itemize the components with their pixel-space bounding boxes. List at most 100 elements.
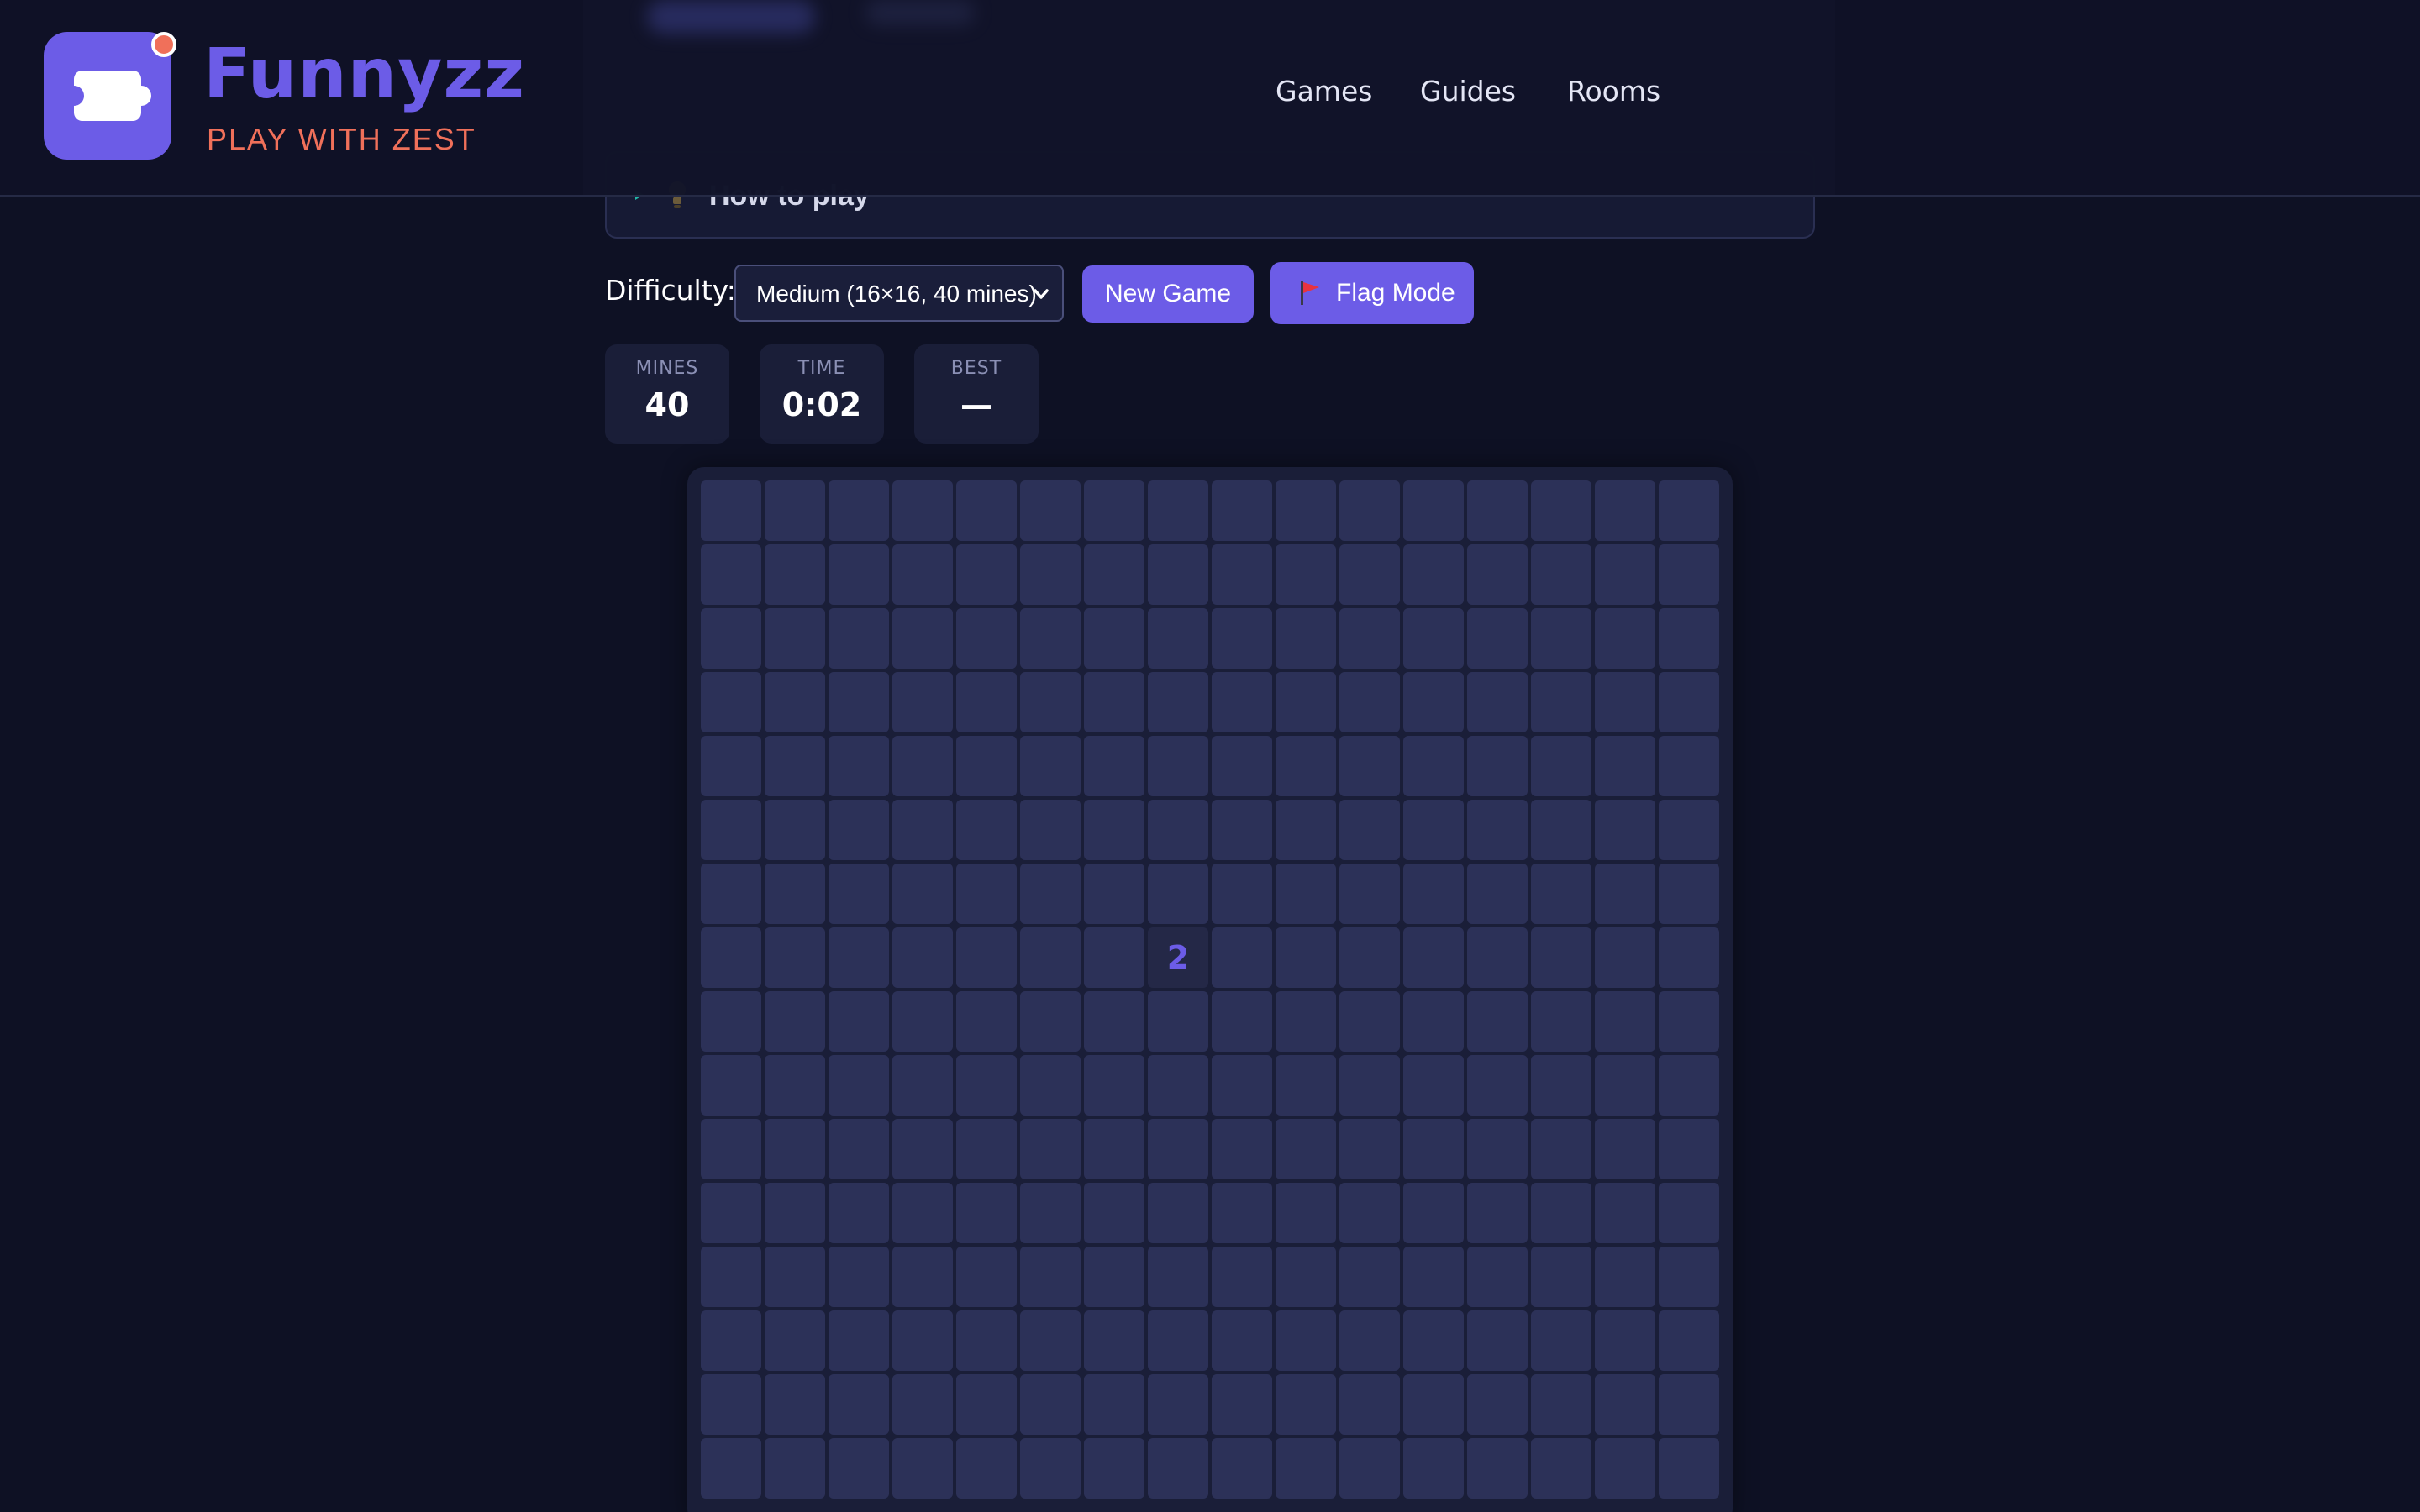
board-cell[interactable]	[1084, 1119, 1144, 1179]
board-cell[interactable]	[829, 1183, 889, 1243]
board-cell[interactable]	[892, 544, 953, 605]
board-cell[interactable]	[892, 1183, 953, 1243]
board-cell[interactable]	[956, 1438, 1017, 1499]
board-cell[interactable]	[1212, 1310, 1272, 1371]
board-cell[interactable]	[892, 1438, 953, 1499]
board-cell[interactable]	[1020, 736, 1081, 796]
board-cell[interactable]	[1084, 1310, 1144, 1371]
board-cell[interactable]	[1467, 608, 1528, 669]
board-cell[interactable]	[1595, 736, 1655, 796]
board-cell[interactable]	[1276, 927, 1336, 988]
board-cell[interactable]	[1531, 480, 1591, 541]
board-cell[interactable]	[1339, 736, 1400, 796]
board-cell[interactable]	[1148, 1438, 1208, 1499]
board-cell[interactable]	[829, 544, 889, 605]
board-cell[interactable]	[1467, 1374, 1528, 1435]
board-cell[interactable]	[1595, 1247, 1655, 1307]
board-cell[interactable]	[1148, 608, 1208, 669]
board-cell[interactable]	[1084, 991, 1144, 1052]
board-cell[interactable]	[1276, 608, 1336, 669]
board-cell[interactable]	[1467, 1438, 1528, 1499]
board-cell[interactable]	[1403, 1374, 1464, 1435]
board-cell[interactable]	[892, 991, 953, 1052]
board-cell[interactable]	[1084, 672, 1144, 732]
board-cell[interactable]	[1659, 544, 1719, 605]
brand-name[interactable]: Funnyzz	[203, 40, 525, 109]
board-cell[interactable]	[956, 608, 1017, 669]
board-cell[interactable]	[1339, 800, 1400, 860]
board-cell[interactable]	[1339, 672, 1400, 732]
board-cell[interactable]	[1212, 1374, 1272, 1435]
new-game-button[interactable]: New Game	[1082, 265, 1254, 323]
board-cell[interactable]	[892, 1374, 953, 1435]
board-cell[interactable]	[1148, 864, 1208, 924]
board-cell[interactable]	[701, 480, 761, 541]
board-cell[interactable]	[765, 608, 825, 669]
board-cell[interactable]	[765, 480, 825, 541]
board-cell[interactable]	[892, 1310, 953, 1371]
board-cell[interactable]	[1148, 1183, 1208, 1243]
board-cell[interactable]	[1403, 672, 1464, 732]
board-cell[interactable]	[1659, 1247, 1719, 1307]
board-cell[interactable]	[701, 672, 761, 732]
board-cell[interactable]	[956, 736, 1017, 796]
board-cell[interactable]	[1084, 544, 1144, 605]
board-cell[interactable]	[701, 1055, 761, 1116]
board-cell[interactable]	[1212, 800, 1272, 860]
board-cell[interactable]	[1276, 544, 1336, 605]
board-cell[interactable]	[1276, 736, 1336, 796]
board-cell[interactable]	[829, 1055, 889, 1116]
board-cell[interactable]	[956, 672, 1017, 732]
board-cell[interactable]	[1659, 736, 1719, 796]
board-cell[interactable]	[1403, 1438, 1464, 1499]
board-cell[interactable]	[892, 480, 953, 541]
board-cell[interactable]	[1403, 927, 1464, 988]
flag-mode-button[interactable]: Flag Mode	[1270, 262, 1474, 324]
board-cell[interactable]	[1531, 736, 1591, 796]
board-cell[interactable]	[765, 672, 825, 732]
board-cell[interactable]	[892, 800, 953, 860]
board-cell[interactable]	[1020, 480, 1081, 541]
board-cell[interactable]	[1403, 991, 1464, 1052]
board-cell[interactable]	[701, 1310, 761, 1371]
board-cell[interactable]	[1595, 927, 1655, 988]
board-cell[interactable]	[765, 800, 825, 860]
board-cell[interactable]	[956, 1310, 1017, 1371]
board-cell[interactable]	[892, 1055, 953, 1116]
board-cell[interactable]	[1020, 800, 1081, 860]
board-cell[interactable]	[1659, 927, 1719, 988]
board-cell[interactable]	[1595, 1310, 1655, 1371]
board-cell[interactable]	[1595, 1119, 1655, 1179]
board-cell[interactable]	[1403, 480, 1464, 541]
board-cell[interactable]	[1595, 864, 1655, 924]
board-cell[interactable]	[956, 864, 1017, 924]
board-cell[interactable]	[1531, 1247, 1591, 1307]
board-cell[interactable]	[701, 736, 761, 796]
board-cell[interactable]	[765, 1183, 825, 1243]
board-cell[interactable]	[1531, 1183, 1591, 1243]
board-cell[interactable]	[765, 1055, 825, 1116]
board-cell[interactable]	[1276, 1438, 1336, 1499]
board-cell[interactable]	[1467, 1183, 1528, 1243]
board-cell[interactable]	[1084, 1183, 1144, 1243]
board-cell[interactable]	[1339, 1119, 1400, 1179]
board-cell[interactable]	[1467, 672, 1528, 732]
board-cell[interactable]	[1595, 1055, 1655, 1116]
board-cell[interactable]	[829, 1310, 889, 1371]
board-cell[interactable]	[829, 1374, 889, 1435]
board-cell[interactable]	[1084, 1438, 1144, 1499]
board-cell[interactable]	[1084, 1247, 1144, 1307]
board-cell[interactable]	[701, 864, 761, 924]
board-cell[interactable]	[1403, 864, 1464, 924]
board-cell[interactable]	[892, 1247, 953, 1307]
board-cell[interactable]	[1467, 1055, 1528, 1116]
board-cell[interactable]	[829, 608, 889, 669]
board-cell[interactable]	[1148, 1310, 1208, 1371]
board-cell[interactable]	[1467, 480, 1528, 541]
board-cell[interactable]	[765, 927, 825, 988]
board-cell[interactable]	[701, 1438, 761, 1499]
board-cell[interactable]	[1467, 1310, 1528, 1371]
board-cell[interactable]	[1531, 672, 1591, 732]
board-cell[interactable]	[1148, 672, 1208, 732]
board-cell[interactable]	[1531, 927, 1591, 988]
